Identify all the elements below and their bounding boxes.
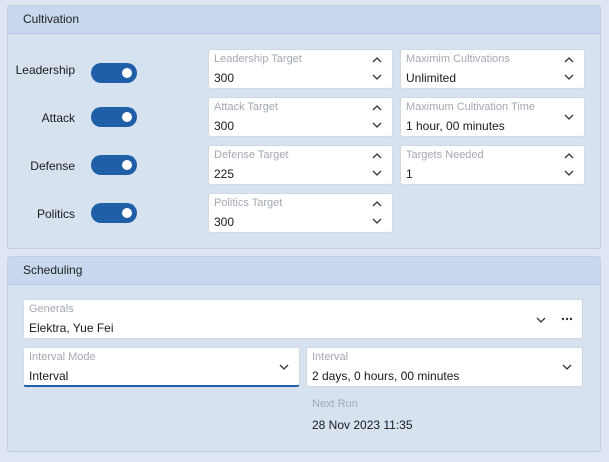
attack-toggle[interactable] xyxy=(91,107,137,127)
targets-needed-field[interactable]: Targets Needed 1 xyxy=(400,145,585,185)
field-value: Interval xyxy=(29,369,69,383)
more-icon[interactable] xyxy=(560,312,574,324)
toggle-knob xyxy=(122,208,132,218)
field-label: Interval xyxy=(312,351,349,363)
scheduling-header: Scheduling xyxy=(8,257,600,285)
field-label: Politics Target xyxy=(214,197,283,209)
max-cultivation-time-dropdown[interactable]: Maximum Cultivation Time 1 hour, 00 minu… xyxy=(400,97,585,137)
defense-toggle[interactable] xyxy=(91,155,137,175)
politics-toggle[interactable] xyxy=(91,203,137,223)
attack-label: Attack xyxy=(41,111,75,125)
chevron-down-icon[interactable] xyxy=(370,168,384,178)
field-value: 1 xyxy=(406,167,413,181)
chevron-up-icon[interactable] xyxy=(370,151,384,161)
chevron-down-icon[interactable] xyxy=(562,168,576,178)
defense-target-field[interactable]: Defense Target 225 xyxy=(208,145,393,185)
field-value: 300 xyxy=(214,215,235,229)
field-value: Elektra, Yue Fei xyxy=(29,321,114,335)
chevron-down-icon[interactable] xyxy=(370,216,384,226)
leadership-target-field[interactable]: Leadership Target 300 xyxy=(208,49,393,89)
chevron-up-icon[interactable] xyxy=(370,103,384,113)
field-label: Maximim Cultivations xyxy=(406,53,510,65)
max-cultivations-field[interactable]: Maximim Cultivations Unlimited xyxy=(400,49,585,89)
chevron-down-icon[interactable] xyxy=(370,120,384,130)
field-label: Defense Target xyxy=(214,149,289,161)
next-run-label: Next Run xyxy=(312,398,358,410)
politics-label: Politics xyxy=(36,207,75,221)
field-label: Leadership Target xyxy=(214,53,302,65)
field-value: 300 xyxy=(214,71,235,85)
interval-dropdown[interactable]: Interval 2 days, 0 hours, 00 minutes xyxy=(306,347,583,387)
chevron-up-icon[interactable] xyxy=(370,55,384,65)
defense-label: Defense xyxy=(30,159,75,173)
field-label: Attack Target xyxy=(214,101,278,113)
leadership-label: Leadership xyxy=(15,63,75,77)
chevron-up-icon[interactable] xyxy=(370,199,384,209)
field-label: Maximum Cultivation Time xyxy=(406,101,535,113)
interval-mode-dropdown[interactable]: Interval Mode Interval xyxy=(23,347,300,387)
field-value: 1 hour, 00 minutes xyxy=(406,119,505,133)
field-value: 300 xyxy=(214,119,235,133)
chevron-up-icon[interactable] xyxy=(562,55,576,65)
field-label: Interval Mode xyxy=(29,351,96,363)
field-label: Generals xyxy=(29,303,74,315)
chevron-up-icon[interactable] xyxy=(562,151,576,161)
field-value: Unlimited xyxy=(406,71,457,85)
toggle-knob xyxy=(122,160,132,170)
chevron-down-icon[interactable] xyxy=(560,362,574,372)
leadership-toggle[interactable] xyxy=(91,63,137,83)
toggle-knob xyxy=(122,112,132,122)
politics-target-field[interactable]: Politics Target 300 xyxy=(208,193,393,233)
next-run-value: 28 Nov 2023 11:35 xyxy=(312,418,413,432)
field-value: 225 xyxy=(214,167,235,181)
chevron-down-icon[interactable] xyxy=(370,72,384,82)
chevron-down-icon[interactable] xyxy=(562,72,576,82)
attack-target-field[interactable]: Attack Target 300 xyxy=(208,97,393,137)
field-value: 2 days, 0 hours, 00 minutes xyxy=(312,369,460,383)
generals-field[interactable]: Generals Elektra, Yue Fei xyxy=(23,299,583,339)
field-label: Targets Needed xyxy=(406,149,484,161)
toggle-knob xyxy=(122,68,132,78)
chevron-down-icon[interactable] xyxy=(277,362,291,372)
cultivation-header: Cultivation xyxy=(8,6,600,34)
chevron-down-icon[interactable] xyxy=(562,112,576,122)
chevron-down-icon[interactable] xyxy=(534,315,548,325)
